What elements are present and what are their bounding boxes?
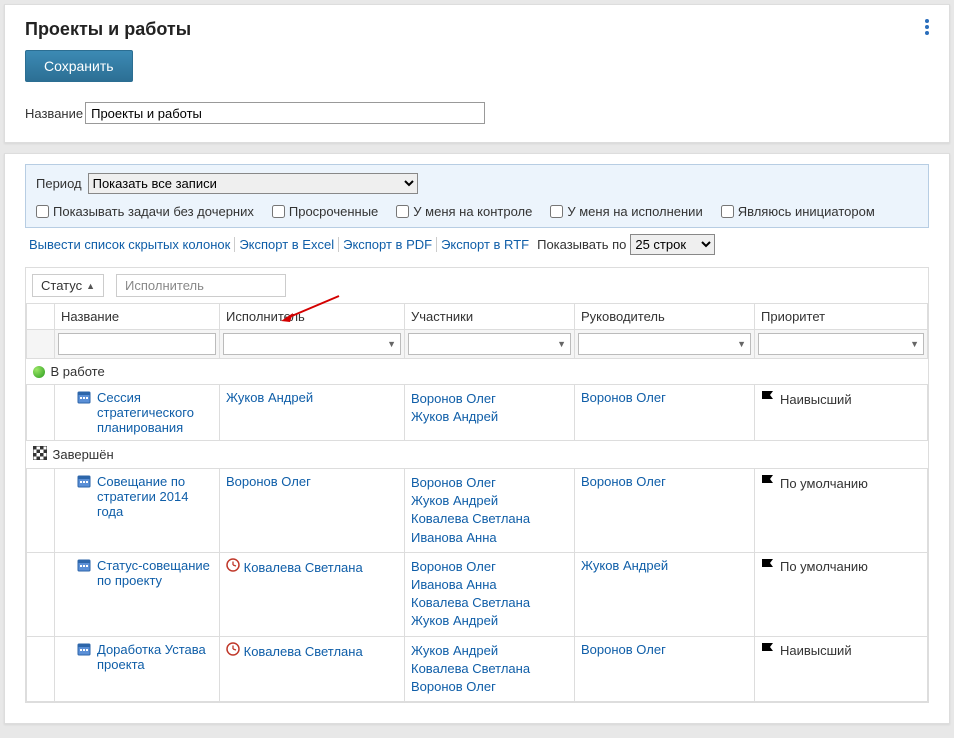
- leader-link[interactable]: Жуков Андрей: [581, 558, 668, 573]
- filter-leader[interactable]: ▼: [578, 333, 751, 355]
- group-row[interactable]: Завершён: [27, 441, 928, 469]
- participant-link[interactable]: Ковалева Светлана: [411, 661, 530, 676]
- table-row: Статус-совещание по проекту Ковалева Све…: [27, 552, 928, 636]
- table-row: Доработка Устава проекта Ковалева Светла…: [27, 636, 928, 702]
- calendar-icon: [77, 474, 91, 491]
- participant-link[interactable]: Иванова Анна: [411, 577, 497, 592]
- priority-label: По умолчанию: [780, 476, 868, 491]
- calendar-icon: [77, 642, 91, 659]
- group-chip-status[interactable]: Статус ▲: [32, 274, 104, 297]
- clock-icon: [226, 560, 240, 575]
- expand-button[interactable]: [27, 385, 55, 441]
- task-link[interactable]: Сессия стратегического планирования: [97, 390, 213, 435]
- col-executor[interactable]: Исполнитель: [220, 304, 405, 330]
- leader-link[interactable]: Воронов Олег: [581, 390, 666, 405]
- flag-icon: [761, 642, 774, 660]
- group-bar: Статус ▲ Исполнитель: [26, 268, 928, 303]
- expand-button[interactable]: [27, 552, 55, 636]
- participant-link[interactable]: Ковалева Светлана: [411, 595, 530, 610]
- chk-initiator[interactable]: Являюсь инициатором: [721, 204, 875, 219]
- chk-no-children[interactable]: Показывать задачи без дочерних: [36, 204, 254, 219]
- priority-label: Наивысший: [780, 392, 852, 407]
- participant-link[interactable]: Воронов Олег: [411, 391, 496, 406]
- name-label: Название: [25, 106, 83, 121]
- pagesize-select[interactable]: 25 строк: [630, 234, 715, 255]
- participant-link[interactable]: Жуков Андрей: [411, 409, 498, 424]
- flag-icon: [761, 558, 774, 576]
- calendar-icon: [77, 558, 91, 575]
- status-in-progress-icon: [33, 366, 45, 378]
- priority-label: Наивысший: [780, 643, 852, 658]
- filter-executor[interactable]: ▼: [223, 333, 401, 355]
- link-export-excel[interactable]: Экспорт в Excel: [235, 237, 339, 253]
- header-row: Название Исполнитель Участники Руководит…: [27, 304, 928, 330]
- executor-link[interactable]: Жуков Андрей: [226, 390, 313, 405]
- participant-link[interactable]: Ковалева Светлана: [411, 511, 530, 526]
- panel-settings: Проекты и работы Сохранить Название: [4, 4, 950, 143]
- panel-grid: Период Показать все записи Показывать за…: [4, 153, 950, 724]
- link-export-rtf[interactable]: Экспорт в RTF: [437, 237, 533, 253]
- calendar-icon: [77, 390, 91, 407]
- show-by-label: Показывать по: [537, 237, 626, 252]
- flag-icon: [761, 474, 774, 492]
- filter-priority[interactable]: ▼: [758, 333, 924, 355]
- group-chip-executor[interactable]: Исполнитель: [116, 274, 286, 297]
- group-status-label: В работе: [51, 364, 105, 379]
- menu-icon[interactable]: [925, 19, 929, 35]
- participant-link[interactable]: Жуков Андрей: [411, 493, 498, 508]
- group-status-label: Завершён: [53, 447, 114, 462]
- executor-link[interactable]: Воронов Олег: [226, 474, 311, 489]
- filter-row: ▼ ▼ ▼ ▼: [27, 330, 928, 359]
- col-expand[interactable]: [27, 304, 55, 330]
- table-row: Совещание по стратегии 2014 года Воронов …: [27, 469, 928, 553]
- task-link[interactable]: Статус-совещание по проекту: [97, 558, 213, 588]
- group-row[interactable]: В работе: [27, 359, 928, 385]
- link-export-pdf[interactable]: Экспорт в PDF: [339, 237, 437, 253]
- status-finished-icon: [33, 446, 47, 463]
- task-link[interactable]: Доработка Устава проекта: [97, 642, 213, 672]
- filter-name[interactable]: [58, 333, 216, 355]
- page-title: Проекты и работы: [25, 19, 191, 40]
- participant-link[interactable]: Иванова Анна: [411, 530, 497, 545]
- period-label: Период: [36, 176, 82, 191]
- participant-link[interactable]: Воронов Олег: [411, 559, 496, 574]
- chk-my-control[interactable]: У меня на контроле: [396, 204, 532, 219]
- task-link[interactable]: Совещание по стратегии 2014 года: [97, 474, 213, 519]
- grid-toolbar: Вывести список скрытых колонок Экспорт в…: [25, 234, 929, 255]
- col-priority[interactable]: Приоритет: [755, 304, 928, 330]
- participant-link[interactable]: Жуков Андрей: [411, 643, 498, 658]
- filter-box: Период Показать все записи Показывать за…: [25, 164, 929, 228]
- link-hidden-cols[interactable]: Вывести список скрытых колонок: [25, 237, 235, 253]
- expand-button[interactable]: [27, 469, 55, 553]
- chk-overdue[interactable]: Просроченные: [272, 204, 378, 219]
- grid: Статус ▲ Исполнитель Название Исполнител…: [25, 267, 929, 703]
- participant-link[interactable]: Жуков Андрей: [411, 613, 498, 628]
- executor-link[interactable]: Ковалева Светлана: [244, 560, 363, 575]
- chk-my-exec[interactable]: У меня на исполнении: [550, 204, 702, 219]
- col-participants[interactable]: Участники: [405, 304, 575, 330]
- flag-icon: [761, 390, 774, 408]
- col-leader[interactable]: Руководитель: [575, 304, 755, 330]
- table-row: Сессия стратегического планирования Жуков…: [27, 385, 928, 441]
- period-select[interactable]: Показать все записи: [88, 173, 418, 194]
- participant-link[interactable]: Воронов Олег: [411, 679, 496, 694]
- priority-label: По умолчанию: [780, 559, 868, 574]
- sort-asc-icon: ▲: [86, 281, 95, 291]
- executor-link[interactable]: Ковалева Светлана: [244, 644, 363, 659]
- participant-link[interactable]: Воронов Олег: [411, 475, 496, 490]
- name-input[interactable]: [85, 102, 485, 124]
- save-button[interactable]: Сохранить: [25, 50, 133, 82]
- filter-participants[interactable]: ▼: [408, 333, 571, 355]
- clock-icon: [226, 644, 240, 659]
- expand-button[interactable]: [27, 636, 55, 702]
- data-table: Название Исполнитель Участники Руководит…: [26, 303, 928, 702]
- leader-link[interactable]: Воронов Олег: [581, 642, 666, 657]
- col-name[interactable]: Название: [55, 304, 220, 330]
- leader-link[interactable]: Воронов Олег: [581, 474, 666, 489]
